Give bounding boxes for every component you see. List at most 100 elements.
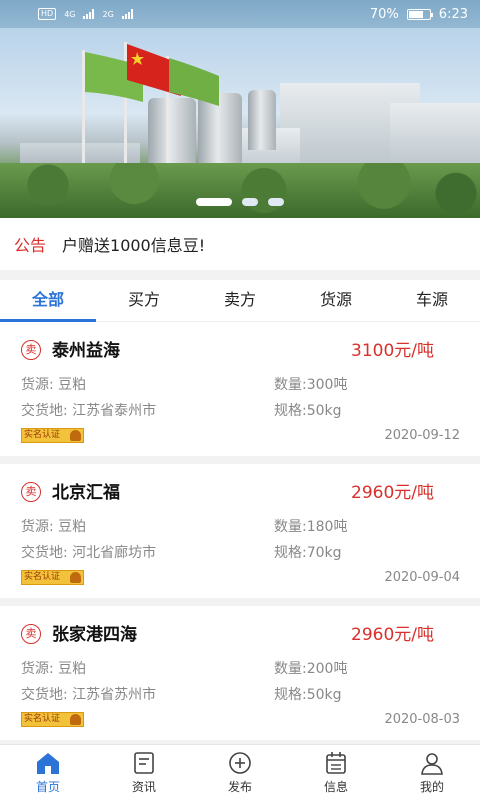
quantity-row: 数量:180吨 — [274, 516, 347, 536]
nav-label: 信息 — [323, 779, 348, 794]
delivery-row: 交货地: 河北省廊坊市 — [21, 542, 156, 562]
spec-value: 70kg — [306, 545, 342, 561]
delivery-row: 交货地: 江苏省苏州市 — [21, 684, 156, 704]
delivery-label: 交货地: — [21, 403, 68, 419]
goods-label: 货源: — [21, 377, 54, 393]
banner-carousel[interactable] — [0, 28, 480, 218]
goods-value: 豆粕 — [58, 377, 87, 393]
nav-label: 我的 — [419, 779, 444, 794]
banner-silo — [248, 90, 276, 150]
sell-badge: 卖 — [21, 482, 41, 502]
person-icon — [70, 430, 81, 441]
carousel-indicator — [0, 198, 480, 206]
battery-icon — [406, 8, 433, 20]
quantity-value: 300吨 — [306, 377, 348, 393]
company-name: 张家港四海 — [52, 625, 137, 645]
company-name: 北京汇福 — [52, 483, 120, 503]
listing-card[interactable]: 卖北京汇福 2960元/吨货源: 豆粕 数量:180吨交货地: 河北省廊坊市 规格:7… — [0, 464, 480, 598]
banner-trees — [0, 163, 480, 218]
price: 2960元/吨 — [351, 625, 434, 645]
publish-icon — [227, 751, 253, 775]
bottom-navigation: 首页 资讯 发布 信息 我的 — [0, 744, 480, 800]
spec-value: 50kg — [306, 403, 342, 419]
signal-icon — [121, 9, 133, 19]
category-tabs: 全部 买方 卖方 货源 车源 — [0, 280, 480, 322]
quantity-label: 数量: — [274, 377, 307, 393]
listing-list: 卖泰州益海 3100元/吨 货源: 豆粕 数量:300吨 交货地: 江苏省泰州市 规格:5… — [0, 322, 480, 748]
goods-row: 货源: 豆粕 — [21, 516, 86, 536]
delivery-value: 江苏省苏州市 — [72, 687, 157, 703]
listing-card[interactable]: 卖泰州益海 3100元/吨货源: 豆粕 数量:300吨交货地: 江苏省泰州市 规格:5… — [0, 322, 480, 456]
quantity-value: 200吨 — [306, 661, 348, 677]
nav-item-3[interactable]: 信息 — [288, 745, 384, 800]
sell-badge: 卖 — [21, 340, 41, 360]
goods-row: 货源: 豆粕 — [21, 374, 86, 394]
quantity-label: 数量: — [274, 661, 307, 677]
verified-badge: 实名认证 — [21, 428, 84, 443]
price: 3100元/吨 — [351, 341, 434, 361]
nav-item-2[interactable]: 发布 — [192, 745, 288, 800]
spec-row: 规格:50kg — [274, 400, 342, 420]
spec-value: 50kg — [306, 687, 342, 703]
tab-3[interactable]: 货源 — [288, 280, 384, 321]
quantity-row: 数量:200吨 — [274, 658, 347, 678]
spec-label: 规格: — [274, 403, 307, 419]
delivery-label: 交货地: — [21, 687, 68, 703]
quantity-label: 数量: — [274, 519, 307, 535]
status-bar: HD 4G 2G 70% 6:23 — [0, 0, 480, 28]
nav-label: 发布 — [227, 779, 252, 794]
delivery-value: 江苏省泰州市 — [72, 403, 157, 419]
spec-row: 规格:50kg — [274, 684, 342, 704]
calendar-icon — [323, 751, 349, 775]
announcement-tag: 公告 — [14, 236, 47, 255]
company-name: 泰州益海 — [52, 341, 120, 361]
price: 2960元/吨 — [351, 483, 434, 503]
sell-badge: 卖 — [21, 624, 41, 644]
verified-label: 实名认证 — [24, 430, 61, 440]
tab-0[interactable]: 全部 — [0, 280, 96, 322]
verified-badge: 实名认证 — [21, 570, 84, 585]
goods-value: 豆粕 — [58, 661, 87, 677]
nav-item-0[interactable]: 首页 — [0, 745, 96, 800]
network-2-label: 2G — [102, 9, 114, 19]
listing-date: 2020-08-03 — [384, 712, 460, 727]
delivery-row: 交货地: 江苏省泰州市 — [21, 400, 156, 420]
announcement-text: 户赠送1000信息豆! — [62, 236, 206, 255]
tab-4[interactable]: 车源 — [384, 280, 480, 321]
listing-date: 2020-09-04 — [384, 570, 460, 585]
battery-fill — [408, 10, 423, 18]
verified-badge: 实名认证 — [21, 712, 84, 727]
tab-2[interactable]: 卖方 — [192, 280, 288, 321]
listing-card[interactable]: 卖张家港四海 2960元/吨货源: 豆粕 数量:200吨交货地: 江苏省苏州市 规格:… — [0, 606, 480, 740]
nav-item-4[interactable]: 我的 — [384, 745, 480, 800]
home-icon — [35, 751, 61, 775]
hd-icon: HD — [38, 8, 57, 20]
quantity-value: 180吨 — [306, 519, 348, 535]
tab-1[interactable]: 买方 — [96, 280, 192, 321]
announcement-bar[interactable]: 公告 户赠送1000信息豆! — [0, 218, 480, 270]
spec-label: 规格: — [274, 687, 307, 703]
delivery-label: 交货地: — [21, 545, 68, 561]
carousel-dot[interactable] — [242, 198, 258, 206]
battery-percent: 70% — [369, 6, 399, 22]
verified-label: 实名认证 — [24, 572, 61, 582]
delivery-value: 河北省廊坊市 — [72, 545, 157, 561]
goods-row: 货源: 豆粕 — [21, 658, 86, 678]
person-icon — [70, 714, 81, 725]
carousel-dot[interactable] — [268, 198, 284, 206]
network-indicators: HD 4G 2G — [38, 8, 133, 20]
goods-label: 货源: — [21, 519, 54, 535]
flag-green — [169, 58, 219, 106]
quantity-row: 数量:300吨 — [274, 374, 347, 394]
spec-label: 规格: — [274, 545, 307, 561]
clock: 6:23 — [438, 6, 468, 22]
spec-row: 规格:70kg — [274, 542, 342, 562]
carousel-dot[interactable] — [196, 198, 232, 206]
news-icon — [131, 751, 157, 775]
goods-value: 豆粕 — [58, 519, 87, 535]
person-icon — [70, 572, 81, 583]
profile-icon — [419, 751, 445, 775]
nav-label: 首页 — [35, 779, 60, 794]
nav-label: 资讯 — [131, 779, 156, 794]
nav-item-1[interactable]: 资讯 — [96, 745, 192, 800]
